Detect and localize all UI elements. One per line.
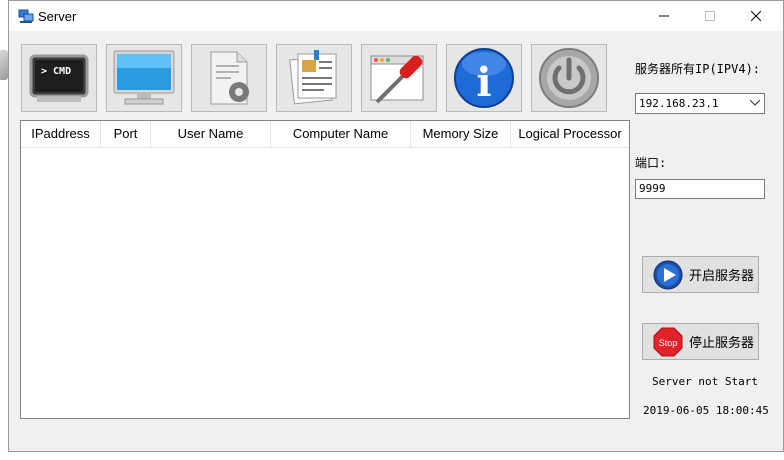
desktop-background — [0, 0, 8, 460]
stop-server-label: 停止服务器 — [689, 335, 755, 350]
computer-monitor-icon — [113, 50, 175, 105]
close-icon — [751, 11, 761, 21]
title-bar[interactable]: Server — [9, 1, 783, 31]
documents-button[interactable] — [276, 44, 352, 112]
stop-sign-icon: Stop — [653, 327, 683, 357]
chevron-down-icon — [750, 100, 760, 106]
tools-button[interactable] — [361, 44, 437, 112]
power-icon — [539, 48, 599, 108]
settings-document-icon — [210, 51, 249, 105]
column-header-computer-name[interactable]: Computer Name — [271, 121, 411, 147]
desktop-shortcut-icon[interactable] — [0, 50, 8, 80]
info-icon: i — [454, 48, 514, 108]
server-status-text: Server not Start — [652, 375, 758, 388]
column-header-ipaddress[interactable]: IPaddress — [21, 121, 101, 147]
cmd-icon: > CMD — [29, 54, 89, 102]
column-header-user-name[interactable]: User Name — [151, 121, 271, 147]
minimize-icon — [659, 15, 669, 17]
app-network-icon — [18, 9, 34, 23]
client-list-table[interactable]: IPaddress Port User Name Computer Name M… — [20, 120, 630, 419]
start-server-label: 开启服务器 — [689, 268, 755, 283]
info-button[interactable]: i — [446, 44, 522, 112]
stop-icon-text: Stop — [659, 338, 678, 348]
ip-label: 服务器所有IP(IPV4): — [635, 62, 761, 76]
column-header-memory-size[interactable]: Memory Size — [411, 121, 511, 147]
server-window: Server > CMD i IPaddress Port User Name … — [8, 0, 784, 452]
datetime-text: 2019-06-05 18:00:45 — [643, 404, 769, 417]
minimize-button[interactable] — [641, 1, 687, 31]
play-icon — [653, 260, 683, 290]
cmd-icon-text: > CMD — [41, 66, 71, 77]
port-label: 端口: — [635, 156, 667, 170]
documents-icon — [289, 50, 337, 105]
cmd-button[interactable]: > CMD — [21, 44, 97, 112]
screwdriver-window-icon — [370, 55, 424, 104]
ip-select-value: 192.168.23.1 — [639, 97, 719, 110]
maximize-button[interactable] — [687, 1, 733, 31]
info-icon-letter: i — [476, 59, 491, 106]
settings-document-button[interactable] — [191, 44, 267, 112]
computer-button[interactable] — [106, 44, 182, 112]
power-button[interactable] — [531, 44, 607, 112]
column-header-logical-processor[interactable]: Logical Processor — [511, 121, 629, 147]
maximize-icon — [705, 11, 715, 21]
start-server-button[interactable]: 开启服务器 — [642, 256, 759, 293]
column-header-port[interactable]: Port — [101, 121, 151, 147]
window-title: Server — [38, 9, 77, 24]
stop-server-button[interactable]: Stop 停止服务器 — [642, 323, 759, 360]
close-button[interactable] — [733, 1, 779, 31]
port-input[interactable]: 9999 — [635, 179, 765, 199]
table-header: IPaddress Port User Name Computer Name M… — [21, 121, 629, 148]
ip-select[interactable]: 192.168.23.1 — [635, 93, 765, 114]
